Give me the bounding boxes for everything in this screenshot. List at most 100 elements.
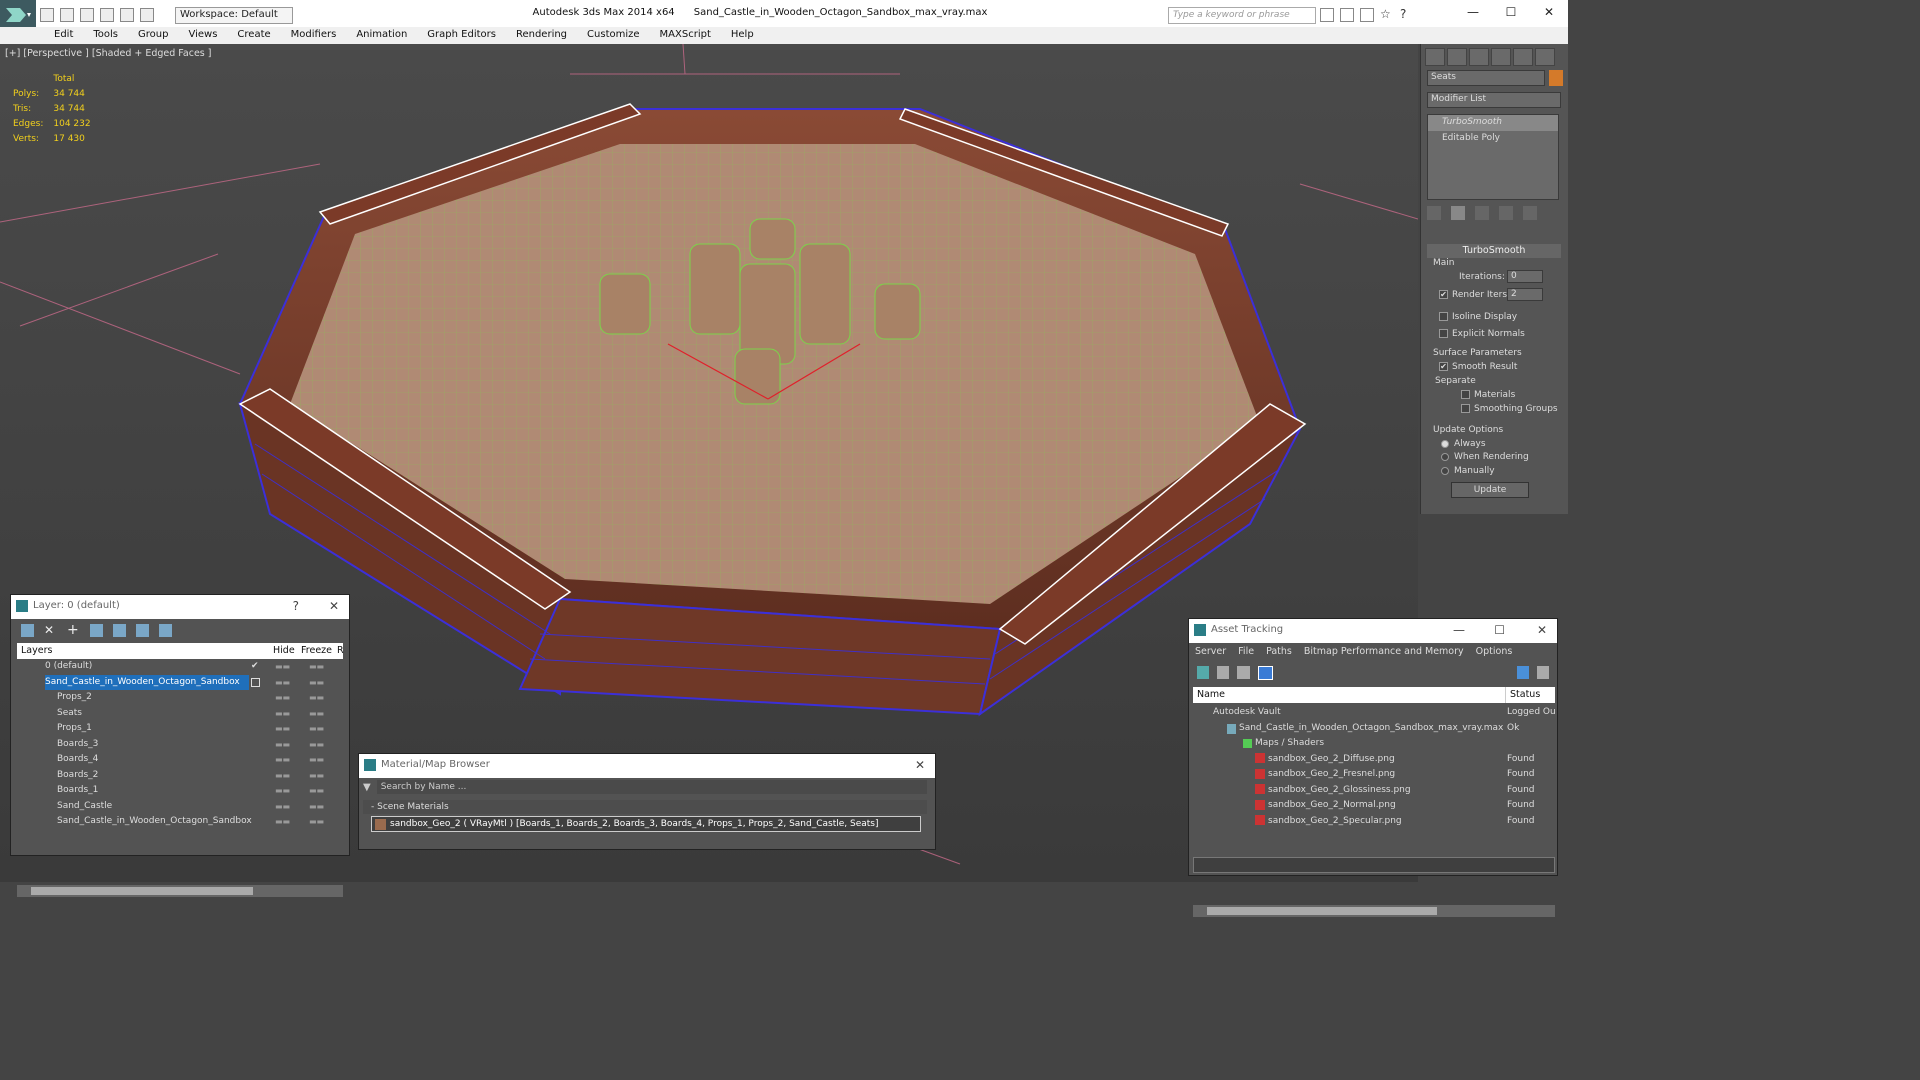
project-folder-icon[interactable]: [140, 8, 154, 22]
update-button[interactable]: Update: [1451, 482, 1529, 498]
table-row[interactable]: sandbox_Geo_2_Glossiness.png Found: [1193, 783, 1555, 799]
list-item-selected[interactable]: Sand_Castle_in_Wooden_Octagon_Sandbox ▬▬ ▬…: [17, 674, 343, 691]
table-row[interactable]: sandbox_Geo_2_Normal.png Found: [1193, 798, 1555, 814]
object-color-swatch[interactable]: [1549, 70, 1563, 86]
show-end-result-icon[interactable]: [1451, 206, 1465, 220]
search-options-icon[interactable]: ▼: [363, 782, 371, 793]
always-radio[interactable]: [1441, 439, 1449, 448]
refresh-icon[interactable]: [1197, 666, 1210, 679]
remove-modifier-icon[interactable]: [1499, 206, 1513, 220]
asset-options-icon[interactable]: [1536, 666, 1549, 679]
asset-menu-bitmap[interactable]: Bitmap Performance and Memory: [1304, 643, 1464, 661]
menu-group[interactable]: Group: [128, 27, 178, 44]
maximize-button[interactable]: ☐: [1492, 0, 1530, 26]
stack-item-turbosmooth[interactable]: TurboSmooth: [1428, 115, 1558, 131]
list-item[interactable]: Boards_3 ▬▬ ▬▬: [17, 737, 343, 753]
delete-layer-icon[interactable]: ✕: [44, 624, 57, 637]
menu-animation[interactable]: Animation: [346, 27, 417, 44]
asset-menu-server[interactable]: Server: [1195, 643, 1226, 661]
render-iters-checkbox[interactable]: ✔: [1439, 290, 1448, 299]
asset-path-field[interactable]: [1193, 857, 1555, 873]
create-layer-icon[interactable]: [21, 624, 34, 637]
turbosmooth-rollout-title[interactable]: TurboSmooth: [1427, 244, 1561, 258]
undo-icon[interactable]: [100, 8, 114, 22]
menu-help[interactable]: Help: [721, 27, 764, 44]
smooth-result-checkbox[interactable]: ✔: [1439, 362, 1448, 371]
asset-maximize-button[interactable]: ☐: [1494, 619, 1505, 641]
stack-item-editable-poly[interactable]: Editable Poly: [1428, 131, 1558, 147]
asset-minimize-button[interactable]: —: [1453, 619, 1465, 641]
manually-radio[interactable]: [1441, 466, 1449, 475]
configure-sets-icon[interactable]: [1523, 206, 1537, 220]
smoothing-groups-checkbox[interactable]: [1461, 404, 1470, 413]
table-row[interactable]: sandbox_Geo_2_Fresnel.png Found: [1193, 767, 1555, 783]
add-to-layer-icon[interactable]: +: [67, 623, 80, 637]
key-icon[interactable]: [1340, 8, 1354, 22]
hierarchy-tab-icon[interactable]: [1469, 48, 1489, 66]
layer-horizontal-scrollbar[interactable]: [17, 885, 343, 897]
list-item[interactable]: Props_1 ▬▬ ▬▬: [17, 721, 343, 737]
menu-customize[interactable]: Customize: [577, 27, 650, 44]
menu-edit[interactable]: Edit: [44, 27, 83, 44]
viewport-label[interactable]: [+] [Perspective ] [Shaded + Edged Faces…: [5, 48, 211, 59]
layer-window-close-button[interactable]: ✕: [329, 595, 339, 617]
utilities-tab-icon[interactable]: [1535, 48, 1555, 66]
motion-tab-icon[interactable]: [1491, 48, 1511, 66]
list-view-icon[interactable]: [1217, 666, 1230, 679]
hide-all-icon[interactable]: [136, 624, 149, 637]
modifier-list-dropdown[interactable]: Modifier List: [1427, 92, 1561, 108]
list-item[interactable]: 0 (default) ✔ ▬▬ ▬▬: [17, 659, 343, 675]
menu-graph-editors[interactable]: Graph Editors: [417, 27, 506, 44]
col-name[interactable]: Name: [1197, 687, 1225, 703]
search-input[interactable]: Type a keyword or phrase: [1168, 7, 1316, 24]
open-file-icon[interactable]: [60, 8, 74, 22]
material-item[interactable]: sandbox_Geo_2 ( VRayMtl ) [Boards_1, Boa…: [371, 816, 921, 832]
menu-modifiers[interactable]: Modifiers: [281, 27, 347, 44]
thumbnail-view-icon[interactable]: [1237, 666, 1250, 679]
asset-close-button[interactable]: ✕: [1537, 619, 1547, 641]
close-button[interactable]: ✕: [1530, 0, 1568, 26]
table-row[interactable]: sandbox_Geo_2_Diffuse.png Found: [1193, 752, 1555, 768]
table-row[interactable]: sandbox_Geo_2_Specular.png Found: [1193, 814, 1555, 830]
list-item[interactable]: Boards_2 ▬▬ ▬▬: [17, 768, 343, 784]
list-item[interactable]: Boards_1 ▬▬ ▬▬: [17, 783, 343, 799]
pin-stack-icon[interactable]: [1427, 206, 1441, 220]
menu-tools[interactable]: Tools: [83, 27, 128, 44]
help-button[interactable]: ?: [293, 595, 299, 617]
isoline-checkbox[interactable]: [1439, 312, 1448, 321]
list-item[interactable]: Sand_Castle ▬▬ ▬▬: [17, 799, 343, 815]
workspace-dropdown[interactable]: Workspace: Default: [175, 7, 293, 24]
asset-menu-options[interactable]: Options: [1476, 643, 1513, 661]
table-row[interactable]: Maps / Shaders: [1193, 736, 1555, 752]
table-row[interactable]: Sand_Castle_in_Wooden_Octagon_Sandbox_ma…: [1193, 721, 1555, 737]
create-tab-icon[interactable]: [1425, 48, 1445, 66]
scrollbar-thumb[interactable]: [1207, 907, 1437, 915]
col-render[interactable]: R: [337, 643, 344, 659]
help-icon[interactable]: ?: [1400, 8, 1416, 22]
scrollbar-thumb[interactable]: [31, 887, 253, 895]
current-layer-checkbox[interactable]: [251, 677, 260, 687]
scene-materials-section[interactable]: - Scene Materials: [363, 800, 927, 814]
materials-checkbox[interactable]: [1461, 390, 1470, 399]
menu-create[interactable]: Create: [227, 27, 280, 44]
app-logo-icon[interactable]: [0, 0, 36, 30]
exchange-icon[interactable]: [1360, 8, 1374, 22]
menu-rendering[interactable]: Rendering: [506, 27, 577, 44]
minimize-button[interactable]: —: [1454, 0, 1492, 26]
list-item[interactable]: Sand_Castle_in_Wooden_Octagon_Sandbox ▬▬ ▬…: [17, 814, 343, 830]
asset-menu-paths[interactable]: Paths: [1266, 643, 1292, 661]
new-file-icon[interactable]: [40, 8, 54, 22]
menu-views[interactable]: Views: [178, 27, 227, 44]
asset-horizontal-scrollbar[interactable]: [1193, 905, 1555, 917]
highlight-layer-icon[interactable]: [113, 624, 126, 637]
list-item[interactable]: Seats ▬▬ ▬▬: [17, 706, 343, 722]
display-tab-icon[interactable]: [1513, 48, 1533, 66]
render-iters-spinner[interactable]: 2: [1507, 288, 1543, 301]
material-search-input[interactable]: Search by Name ...: [376, 780, 927, 794]
freeze-all-icon[interactable]: [159, 624, 172, 637]
binoculars-icon[interactable]: [1320, 8, 1334, 22]
menu-maxscript[interactable]: MAXScript: [650, 27, 721, 44]
star-icon[interactable]: ☆: [1380, 8, 1394, 22]
save-file-icon[interactable]: [80, 8, 94, 22]
redo-icon[interactable]: [120, 8, 134, 22]
